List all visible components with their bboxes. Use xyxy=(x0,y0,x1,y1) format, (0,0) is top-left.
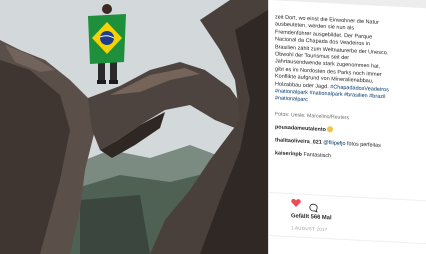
comment-text: fotos perfeitas xyxy=(345,140,381,149)
landscape-photo xyxy=(0,0,268,254)
comment-item: thalitaoliveira_021 @filipefjo fotos per… xyxy=(275,137,419,152)
post-text-area: zeit Dort, wo einst die Einwohner die Na… xyxy=(275,14,419,164)
heart-icon[interactable] xyxy=(291,198,301,208)
divider xyxy=(269,235,426,245)
comment-username[interactable]: kaiserinpb xyxy=(275,150,302,157)
post-side-panel: zeit Dort, wo einst die Einwohner die Na… xyxy=(268,0,426,254)
comment-text: Fantastisch xyxy=(301,151,332,160)
comment-bubble-icon[interactable] xyxy=(309,199,318,213)
post-actions xyxy=(291,198,318,213)
comment-item: kaiserinpb Fantastisch xyxy=(275,150,419,165)
smiley-emoji-icon xyxy=(327,125,334,133)
comment-username[interactable]: pousadameutalento xyxy=(275,124,326,133)
post-caption: zeit Dort, wo einst die Einwohner die Na… xyxy=(275,14,419,110)
post-date: 1 AUGUST 2017 xyxy=(291,225,328,233)
photo-credit: Fotos: Uesle: Marcelino/Reuters xyxy=(275,111,350,122)
instagram-post-view: zeit Dort, wo einst die Einwohner die Na… xyxy=(0,0,426,254)
like-count[interactable]: Gefällt 566 Mal xyxy=(291,213,332,221)
comment-mention[interactable]: @filipefjo xyxy=(323,140,345,147)
post-photo xyxy=(0,0,268,254)
comment-username[interactable]: thalitaoliveira_021 xyxy=(275,137,322,145)
comment-item: pousadameutalento xyxy=(275,123,419,139)
